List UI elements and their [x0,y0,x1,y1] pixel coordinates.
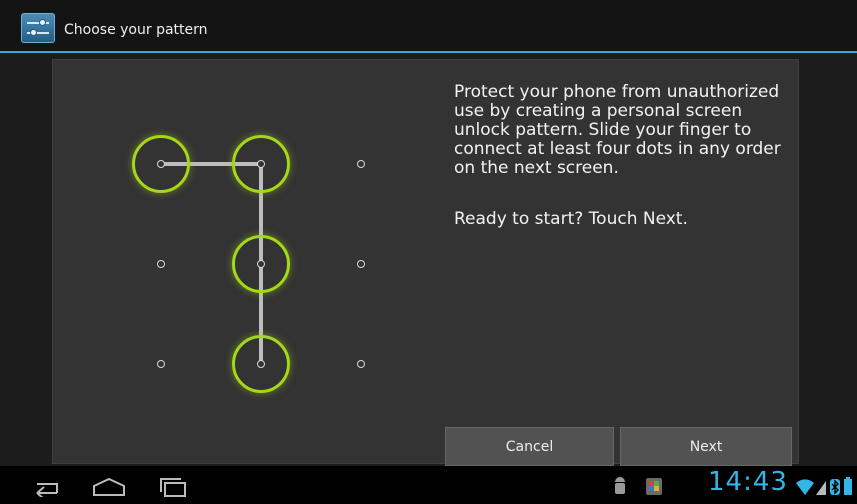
bluetooth-icon [830,479,840,495]
recent-apps-icon[interactable] [156,475,190,497]
pattern-grid [132,135,393,393]
ready-text: Ready to start? Touch Next. [454,209,688,229]
system-bar: 14:43 [0,466,857,504]
pattern-dot [157,360,165,368]
action-bar: Choose your pattern [0,0,857,53]
home-icon[interactable] [91,475,127,497]
pattern-dot [357,160,365,168]
cancel-button[interactable]: Cancel [445,427,614,466]
signal-icon [816,481,826,495]
instructions-text: Protect your phone from unauthorized use… [454,82,781,178]
app-notification-icon [646,478,662,495]
back-icon[interactable] [27,475,61,497]
main-area: Protect your phone from unauthorized use… [0,53,857,466]
android-debug-icon [615,477,625,494]
pattern-dot [157,260,165,268]
pattern-dot [257,160,265,168]
pattern-dot [257,260,265,268]
pattern-dot [357,260,365,268]
content-panel: Protect your phone from unauthorized use… [52,59,799,466]
next-button[interactable]: Next [620,427,792,466]
status-clock: 14:43 [708,467,788,497]
settings-sliders-icon[interactable] [21,13,55,43]
pattern-dot [357,360,365,368]
pattern-dot [157,160,165,168]
page-title: Choose your pattern [64,22,208,38]
battery-icon [844,477,852,495]
wifi-icon [796,479,814,495]
pattern-dot [257,360,265,368]
